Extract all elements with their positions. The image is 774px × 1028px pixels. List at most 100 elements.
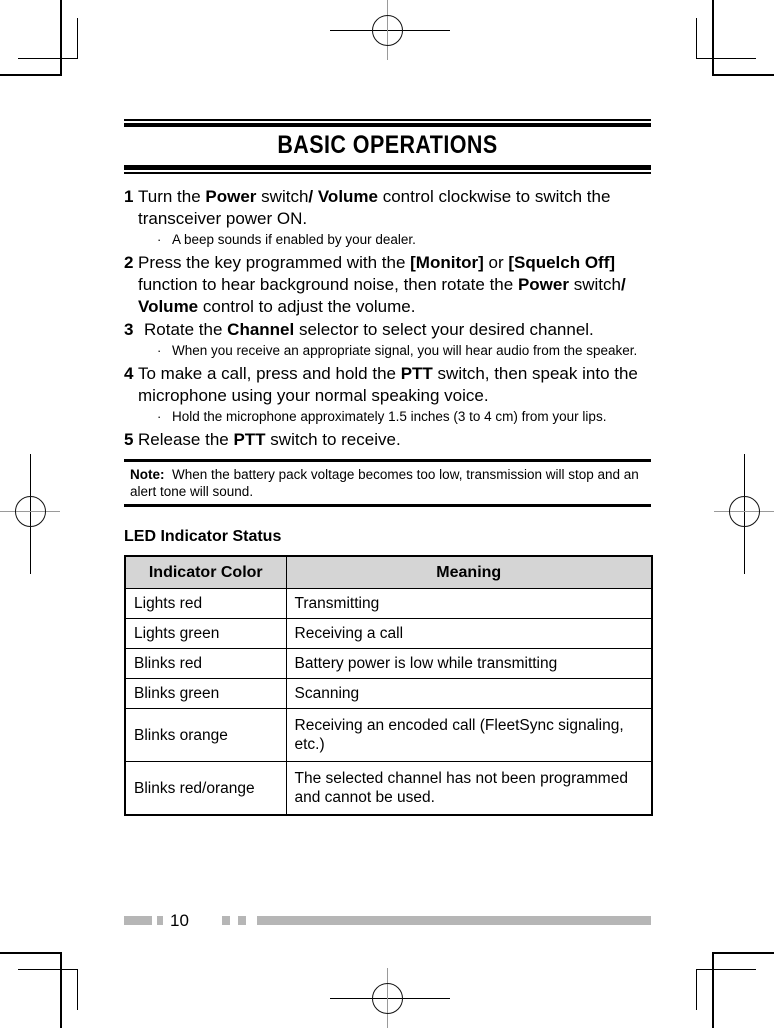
step-text-plain: To make a call, press and hold the <box>138 364 401 383</box>
step-text-plain: switch to receive. <box>265 430 401 449</box>
step-text-plain: or <box>483 253 509 272</box>
table-row: Lights green Receiving a call <box>124 618 653 649</box>
cell-indicator-color: Blinks green <box>124 678 287 709</box>
step-number: 4 <box>124 364 134 383</box>
crop-mark-bottom-left-outer-v <box>60 952 62 1028</box>
step-bullet-item: · A beep sounds if enabled by your dealer… <box>124 231 651 248</box>
step-text: Release the PTT switch to receive. <box>138 429 651 451</box>
step-text-plain: switch <box>568 275 621 294</box>
step-text: Rotate the Channel selector to select yo… <box>144 319 651 341</box>
cell-meaning: Receiving a call <box>285 618 653 649</box>
table-row: Lights red Transmitting <box>124 588 653 619</box>
cell-meaning: Scanning <box>285 678 653 709</box>
step-text-emphasis: Channel <box>227 320 295 339</box>
step-text-emphasis: / Volume <box>308 187 378 206</box>
table-header-row: Indicator Color Meaning <box>124 555 653 589</box>
crop-mark-bottom-right-outer <box>712 952 774 954</box>
page-footer: 10 <box>0 908 774 938</box>
note-box-label: Note: <box>130 467 165 482</box>
page-title: BASIC OPERATIONS <box>277 131 498 159</box>
step-bullet-text: When you receive an appropriate signal, … <box>172 343 638 358</box>
page-content: BASIC OPERATIONS 1 Turn the Power switch/… <box>124 0 653 816</box>
crop-mark-bottom-right-outer-v <box>712 952 714 1028</box>
procedure-step: 3 Rotate the Channel selector to select y… <box>124 319 651 341</box>
crop-mark-bottom-right-inner <box>696 969 756 970</box>
step-number: 5 <box>124 430 134 449</box>
step-text-plain: selector to select your desired channel. <box>294 320 594 339</box>
column-header-meaning: Meaning <box>285 555 653 589</box>
cell-indicator-color: Lights green <box>124 618 287 649</box>
step-number: 1 <box>124 187 134 206</box>
step-text: Press the key programmed with the [Monit… <box>138 252 651 318</box>
note-box-text: When the battery pack voltage becomes to… <box>130 467 639 499</box>
step-bullet-text: A beep sounds if enabled by your dealer. <box>172 232 416 247</box>
step-text: To make a call, press and hold the PTT s… <box>138 363 651 407</box>
crop-mark-top-left-outer <box>0 74 62 76</box>
cell-indicator-color: Blinks red/orange <box>124 761 287 816</box>
cell-meaning: Battery power is low while transmitting <box>285 648 653 679</box>
table-row: Blinks red Battery power is low while tra… <box>124 648 653 679</box>
step-bullet-list: · When you receive an appropriate signal,… <box>124 342 651 359</box>
cell-indicator-color: Blinks red <box>124 648 287 679</box>
step-bullet-item: · When you receive an appropriate signal,… <box>124 342 651 359</box>
step-text-plain: Press the key programmed with the <box>138 253 411 272</box>
chapter-heading-block: BASIC OPERATIONS <box>124 119 651 174</box>
step-text-emphasis: Power <box>205 187 257 206</box>
procedure-step: 5 Release the PTT switch to receive. <box>124 429 651 451</box>
cell-meaning: Receiving an encoded call (FleetSync sig… <box>285 708 653 762</box>
procedure-step: 1 Turn the Power switch/ Volume control c… <box>124 186 651 230</box>
registration-mark-right <box>714 454 774 574</box>
step-text-plain: Release the <box>138 430 234 449</box>
step-bullet-item: · Hold the microphone approximately 1.5 i… <box>124 408 651 425</box>
step-text-emphasis: Power <box>517 275 569 294</box>
note-box: Note: When the battery pack voltage beco… <box>124 459 651 507</box>
step-text-plain: function to hear background noise, then … <box>138 275 518 294</box>
step-bullet-text: Hold the microphone approximately 1.5 in… <box>172 409 607 424</box>
bullet-icon: · <box>157 343 162 358</box>
crop-mark-top-left-outer-v <box>60 0 62 76</box>
footer-square-left <box>157 916 163 925</box>
cell-indicator-color: Blinks orange <box>124 708 287 762</box>
step-text-emphasis: PTT <box>400 364 433 383</box>
crop-mark-bottom-left-outer <box>0 952 62 954</box>
cell-indicator-color: Lights red <box>124 588 287 619</box>
bullet-icon: · <box>157 232 162 247</box>
step-text-plain: Turn the <box>138 187 206 206</box>
led-status-heading: LED Indicator Status <box>124 528 282 545</box>
column-header-indicator-color: Indicator Color <box>124 555 287 589</box>
cell-meaning: The selected channel has not been progra… <box>285 761 653 816</box>
footer-bar-left <box>124 916 152 925</box>
crop-mark-top-right-inner-v <box>696 18 697 59</box>
crop-mark-top-right-outer-v <box>712 0 714 76</box>
step-number: 3 <box>124 320 134 339</box>
step-text: Turn the Power switch/ Volume control cl… <box>138 186 651 230</box>
crop-mark-top-left-inner <box>18 58 78 59</box>
registration-mark-left <box>0 454 60 574</box>
step-bullet-list: · Hold the microphone approximately 1.5 i… <box>124 408 651 425</box>
step-text-emphasis: PTT <box>233 430 266 449</box>
crop-mark-bottom-right-inner-v <box>696 969 697 1010</box>
step-text-plain: Rotate the <box>144 320 228 339</box>
step-bullet-list: · A beep sounds if enabled by your dealer… <box>124 231 651 248</box>
crop-mark-bottom-left-inner <box>18 969 78 970</box>
bullet-icon: · <box>157 409 162 424</box>
crop-mark-top-left-inner-v <box>77 18 78 59</box>
cell-meaning: Transmitting <box>285 588 653 619</box>
step-text-emphasis: [Squelch Off] <box>508 253 616 272</box>
step-text-plain: control to adjust the volume. <box>198 297 416 316</box>
procedure-step: 2 Press the key programmed with the [Moni… <box>124 252 651 318</box>
footer-square-mid-1 <box>222 916 230 925</box>
procedure-step-list: 1 Turn the Power switch/ Volume control c… <box>124 186 651 451</box>
procedure-step: 4 To make a call, press and hold the PTT … <box>124 363 651 407</box>
crop-mark-bottom-left-inner-v <box>77 969 78 1010</box>
table-row: Blinks orange Receiving an encoded call (… <box>124 708 653 762</box>
step-number: 2 <box>124 253 134 272</box>
registration-mark-bottom <box>330 968 450 1028</box>
crop-mark-top-right-inner <box>696 58 756 59</box>
chapter-rule-bottom-thin <box>124 172 651 174</box>
footer-bar-right <box>257 916 651 925</box>
led-indicator-table: Indicator Color Meaning Lights red Transm… <box>124 555 653 816</box>
table-row: Blinks green Scanning <box>124 678 653 709</box>
crop-mark-top-right-outer <box>712 74 774 76</box>
step-text-plain: switch <box>256 187 309 206</box>
